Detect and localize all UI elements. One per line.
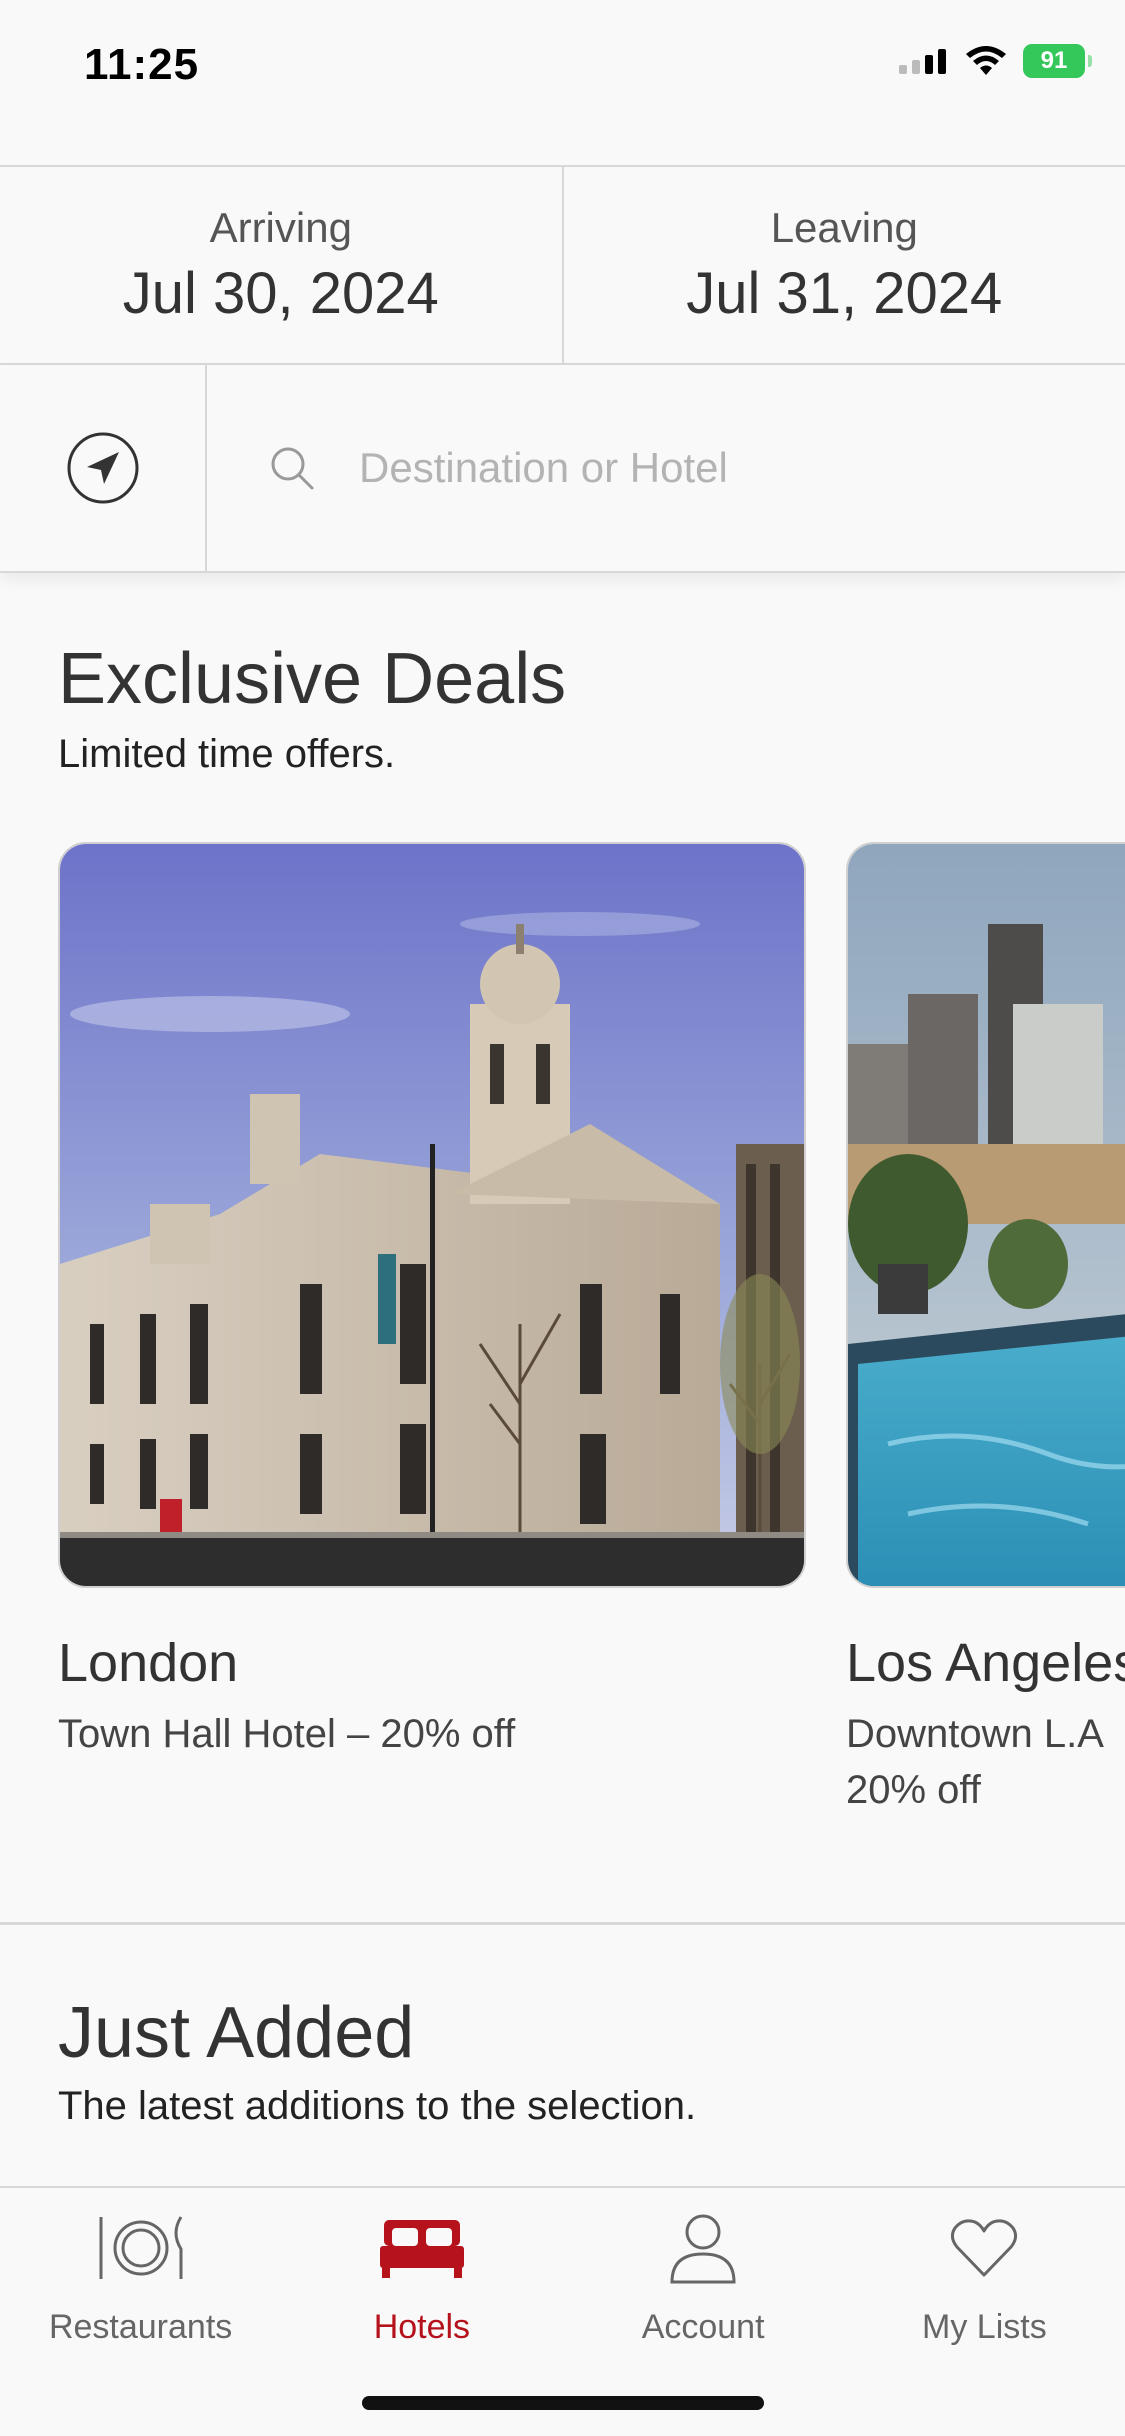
date-range-selector: Arriving Jul 30, 2024 Leaving Jul 31, 20… <box>0 165 1125 365</box>
plate-icon <box>99 2216 183 2279</box>
arriving-label: Arriving <box>209 203 352 251</box>
battery-level: 91 <box>1040 47 1068 74</box>
tab-label-my-lists: My Lists <box>922 2308 1047 2346</box>
hotels-screen: 11:25 91 Arriving Jul 30, 2024 Leaving J… <box>0 0 1125 2436</box>
deal-image-los-angeles <box>846 842 1125 1588</box>
search-icon <box>271 447 314 490</box>
deal-city-london: London <box>58 1633 239 1693</box>
status-icons: 91 <box>897 44 1092 78</box>
deals-title: Exclusive Deals <box>58 639 567 719</box>
tab-my-lists[interactable]: My Lists <box>844 2188 1125 2436</box>
tab-label-hotels: Hotels <box>373 2308 471 2346</box>
status-time: 11:25 <box>84 40 200 89</box>
arriving-date-button[interactable]: Arriving Jul 30, 2024 <box>0 167 562 363</box>
battery-icon: 91 <box>1023 44 1092 78</box>
search-bar <box>0 365 1125 573</box>
deal-card-london[interactable]: London Town Hall Hotel – 20% off <box>58 842 806 1762</box>
deal-card-los-angeles[interactable]: Los Angeles Downtown L.A 20% off <box>846 842 1125 1818</box>
deal-description-los-angeles: Downtown L.A 20% off <box>846 1706 1125 1818</box>
tab-label-account: Account <box>641 2308 765 2346</box>
deal-description-line1: Downtown L.A <box>846 1712 1104 1756</box>
tab-restaurants[interactable]: Restaurants <box>0 2188 281 2436</box>
status-bar: 11:25 91 <box>0 0 1125 140</box>
bed-icon <box>379 2220 464 2278</box>
current-location-button[interactable] <box>0 365 207 571</box>
tab-label-restaurants: Restaurants <box>48 2308 233 2346</box>
person-icon <box>670 2214 736 2284</box>
deals-subtitle: Limited time offers. <box>58 732 396 776</box>
leaving-date-button[interactable]: Leaving Jul 31, 2024 <box>561 167 1125 363</box>
section-divider <box>0 1922 1125 1925</box>
leaving-date: Jul 31, 2024 <box>686 260 1003 326</box>
deal-image-london <box>58 842 806 1588</box>
arriving-date: Jul 30, 2024 <box>122 260 439 326</box>
deal-city-los-angeles: Los Angeles <box>846 1633 1125 1693</box>
home-indicator <box>362 2396 764 2410</box>
just-added-title: Just Added <box>58 1993 415 2073</box>
destination-search-input[interactable] <box>357 443 1061 493</box>
just-added-subtitle: The latest additions to the selection. <box>58 2084 697 2128</box>
location-arrow-icon <box>67 432 138 504</box>
wifi-icon <box>966 46 1006 75</box>
signal-icon <box>899 49 946 74</box>
search-field[interactable] <box>207 365 1125 571</box>
leaving-label: Leaving <box>770 203 918 251</box>
deal-description-line2: 20% off <box>846 1768 981 1812</box>
heart-icon <box>951 2219 1018 2277</box>
deal-description-london: Town Hall Hotel – 20% off <box>58 1712 516 1756</box>
